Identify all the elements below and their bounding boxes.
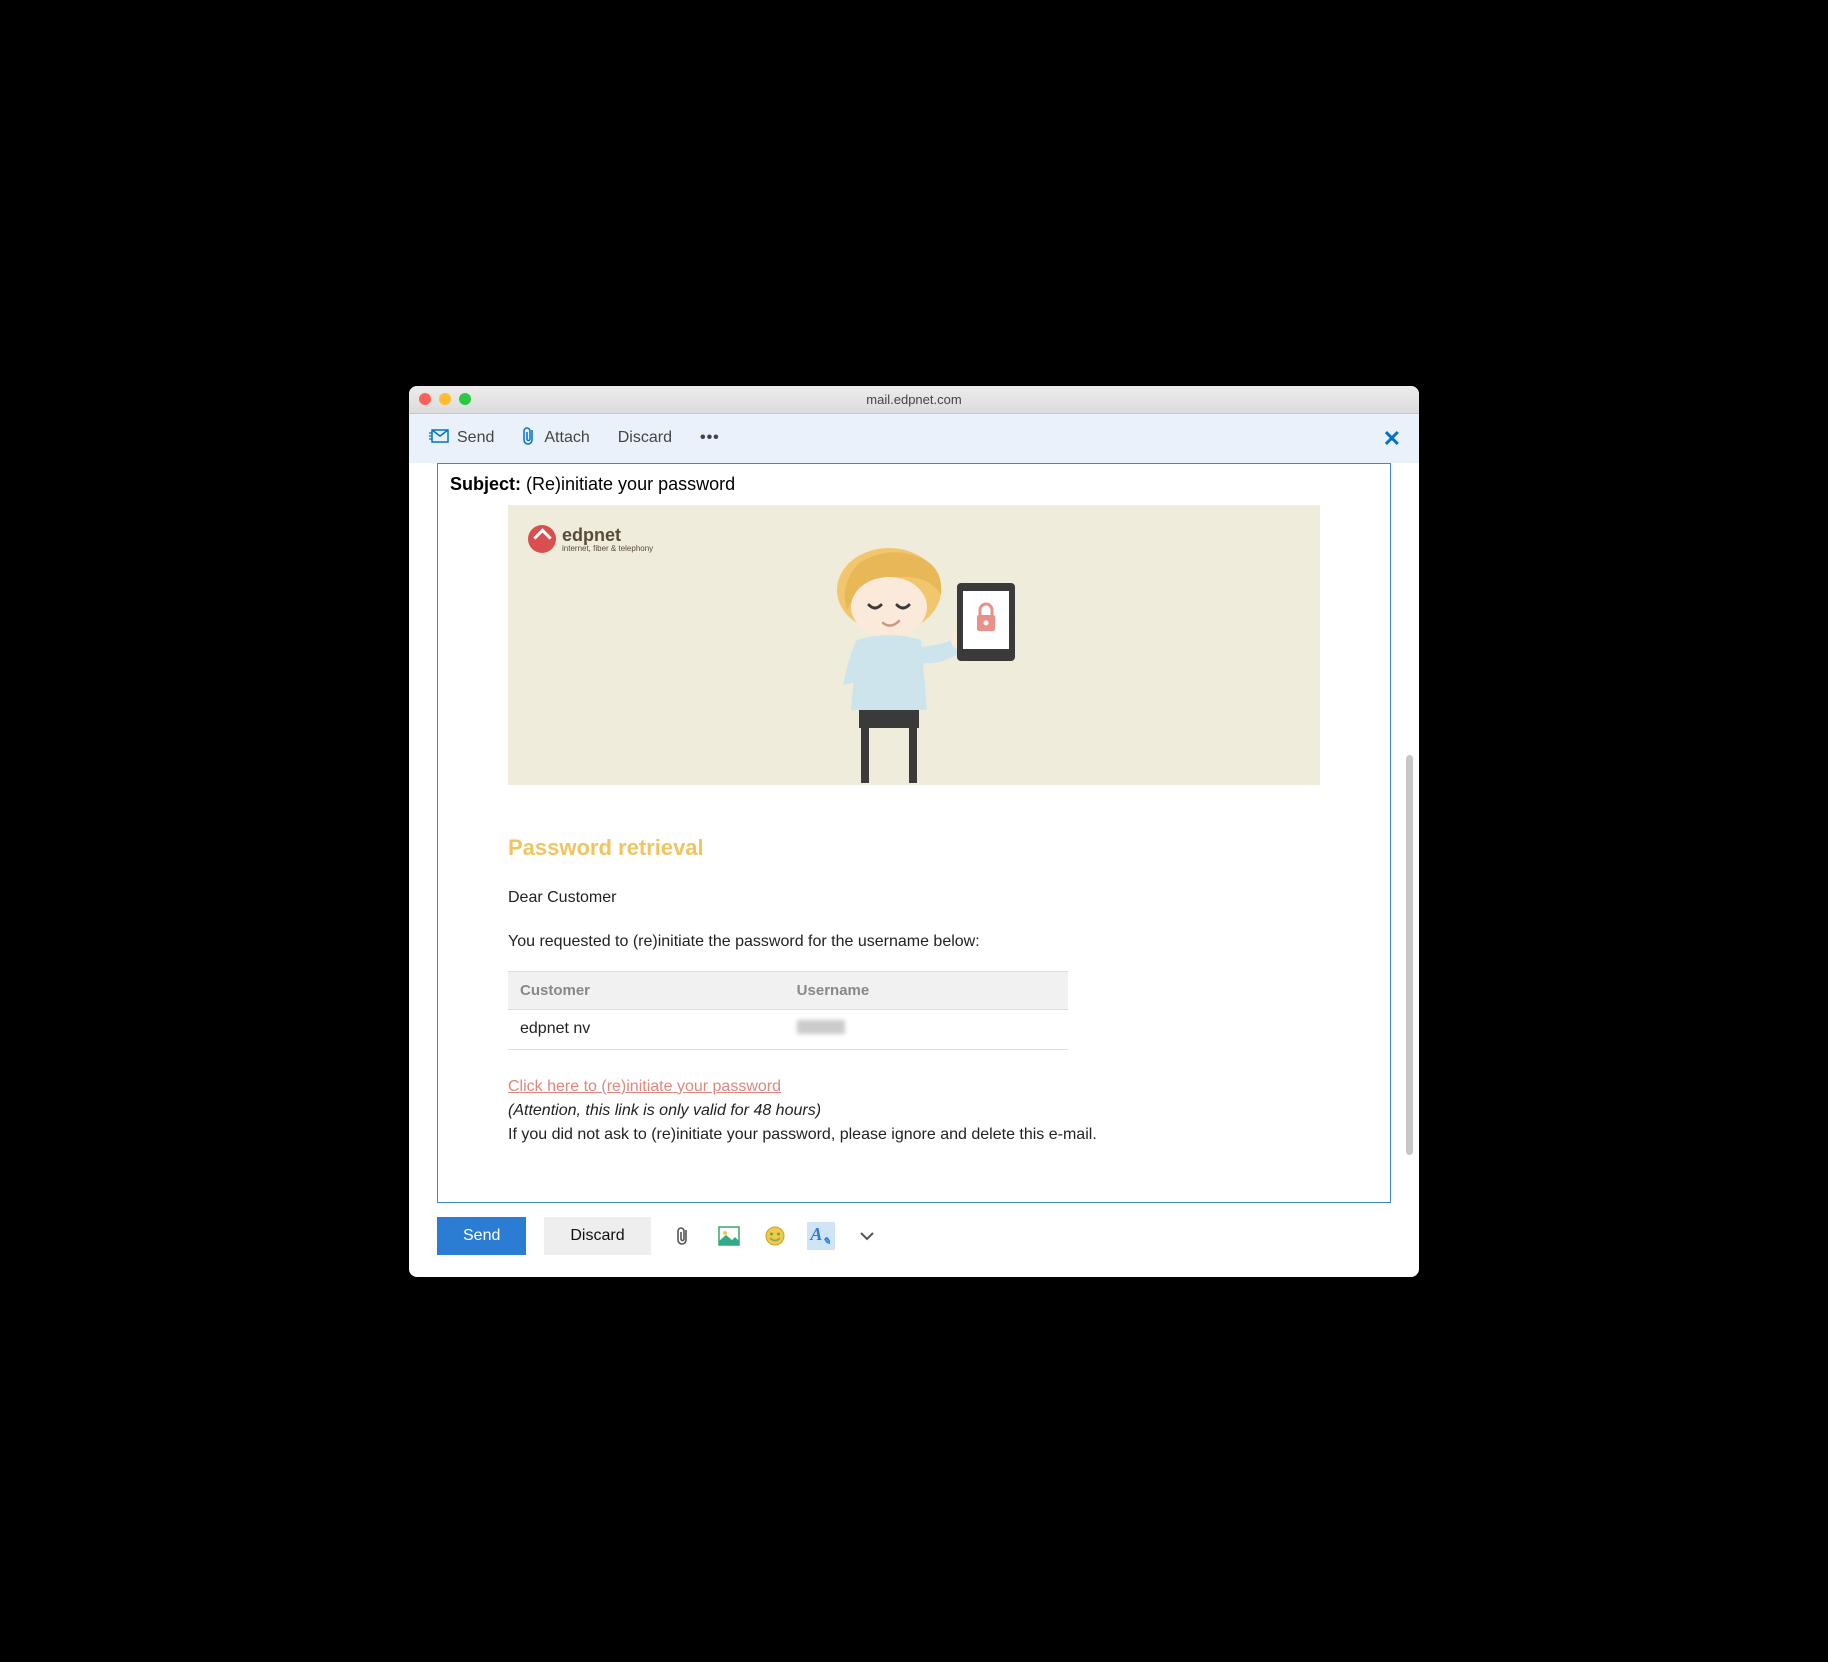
more-actions-button[interactable]: ••• [700, 429, 720, 447]
discard-button[interactable]: Discard [618, 429, 672, 447]
attach-bottom-icon[interactable] [669, 1222, 697, 1250]
intro-text: You requested to (re)initiate the passwo… [508, 933, 1320, 951]
scrollbar[interactable] [1406, 755, 1413, 1155]
window-title: mail.edpnet.com [409, 392, 1419, 407]
email-banner: edpnet internet, fiber & telephony [508, 505, 1320, 785]
titlebar: mail.edpnet.com [409, 386, 1419, 414]
attach-label: Attach [544, 429, 589, 447]
greeting-text: Dear Customer [508, 889, 1320, 907]
subject-label: Subject: [450, 474, 521, 494]
compose-area: Subject: (Re)initiate your password edpn… [409, 463, 1419, 1203]
insert-image-icon[interactable] [715, 1222, 743, 1250]
cell-customer: edpnet nv [508, 1009, 785, 1049]
format-toggle-icon[interactable]: A✎ [807, 1222, 835, 1250]
edpnet-logo: edpnet internet, fiber & telephony [528, 525, 653, 553]
credentials-table: Customer Username edpnet nv [508, 971, 1068, 1050]
ellipsis-icon: ••• [700, 429, 720, 447]
email-heading: Password retrieval [508, 835, 1320, 861]
attention-text: (Attention, this link is only valid for … [508, 1102, 1320, 1120]
col-username: Username [785, 971, 1068, 1009]
logo-name: edpnet [562, 525, 621, 545]
ignore-text: If you did not ask to (re)initiate your … [508, 1126, 1320, 1144]
discard-label: Discard [618, 429, 672, 447]
reset-password-link[interactable]: Click here to (re)initiate your password [508, 1078, 781, 1095]
email-editor[interactable]: Subject: (Re)initiate your password edpn… [437, 463, 1391, 1203]
insert-emoji-icon[interactable] [761, 1222, 789, 1250]
discard-bottom-button[interactable]: Discard [544, 1217, 650, 1255]
paperclip-icon [522, 426, 536, 451]
compose-window: mail.edpnet.com Send Attach Discard ••• … [409, 386, 1419, 1277]
redacted-username [797, 1020, 845, 1034]
chevron-down-icon[interactable] [853, 1222, 881, 1250]
close-icon: ✕ [1383, 426, 1401, 451]
send-bottom-button[interactable]: Send [437, 1217, 526, 1255]
subject-row: Subject: (Re)initiate your password [438, 464, 1390, 505]
send-icon [429, 429, 449, 448]
bottom-action-bar: Send Discard A✎ [409, 1203, 1419, 1277]
send-button[interactable]: Send [429, 429, 494, 448]
logo-mark-icon [528, 525, 556, 553]
col-customer: Customer [508, 971, 785, 1009]
subject-value: (Re)initiate your password [526, 474, 735, 494]
send-label: Send [457, 429, 494, 447]
character-illustration [799, 535, 1029, 785]
logo-tagline: internet, fiber & telephony [562, 544, 653, 553]
attach-button[interactable]: Attach [522, 426, 589, 451]
cell-username [785, 1009, 1068, 1049]
compose-toolbar: Send Attach Discard ••• ✕ [409, 414, 1419, 463]
table-header-row: Customer Username [508, 971, 1068, 1009]
email-body: edpnet internet, fiber & telephony [438, 505, 1390, 1203]
close-compose-button[interactable]: ✕ [1383, 426, 1401, 452]
table-row: edpnet nv [508, 1009, 1068, 1049]
